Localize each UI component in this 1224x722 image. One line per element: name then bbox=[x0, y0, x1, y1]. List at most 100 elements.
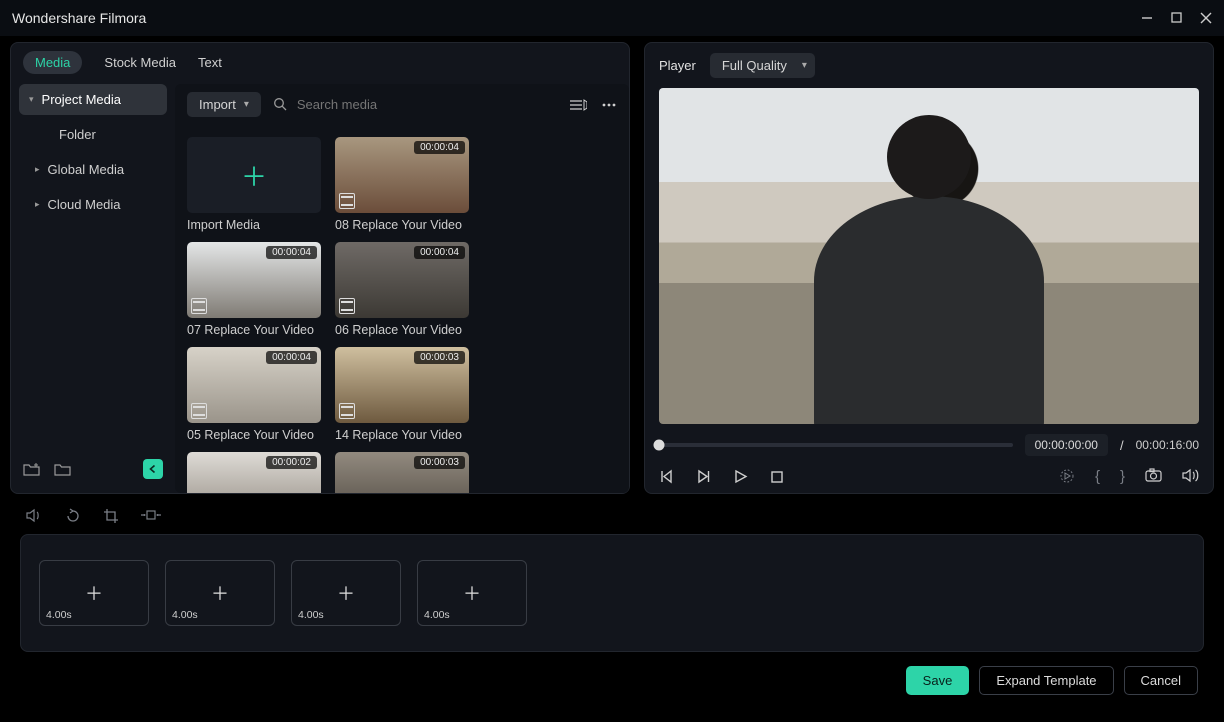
import-media-label: Import Media bbox=[187, 218, 321, 232]
clip-duration: 00:00:03 bbox=[414, 351, 465, 364]
cancel-button[interactable]: Cancel bbox=[1124, 666, 1198, 695]
slot-duration: 4.00s bbox=[424, 609, 450, 621]
sidebar-item-global-media[interactable]: ▸ Global Media bbox=[19, 154, 167, 185]
crop-icon[interactable] bbox=[103, 508, 119, 524]
sidebar-item-label: Cloud Media bbox=[48, 197, 121, 212]
prev-frame-button[interactable] bbox=[659, 469, 674, 484]
media-item[interactable]: 00:00:02 bbox=[187, 452, 321, 493]
render-settings-icon[interactable] bbox=[1059, 468, 1075, 485]
mark-in-icon[interactable]: { bbox=[1095, 468, 1100, 485]
playhead-knob[interactable] bbox=[654, 440, 665, 451]
sidebar-item-cloud-media[interactable]: ▸ Cloud Media bbox=[19, 189, 167, 220]
media-panel: Media Stock Media Text ▾ Project Media F… bbox=[10, 42, 630, 494]
media-item[interactable]: 00:00:04 08 Replace Your Video bbox=[335, 137, 469, 232]
app-title: Wondershare Filmora bbox=[12, 10, 146, 26]
media-item[interactable]: 00:00:04 05 Replace Your Video bbox=[187, 347, 321, 442]
chevron-down-icon: ▾ bbox=[29, 94, 34, 105]
clip-name: 05 Replace Your Video bbox=[187, 428, 321, 442]
timeline-tools bbox=[10, 494, 1214, 534]
clip-duration: 00:00:04 bbox=[266, 246, 317, 259]
tab-text[interactable]: Text bbox=[198, 55, 222, 70]
slot-duration: 4.00s bbox=[46, 609, 72, 621]
import-button[interactable]: Import ▾ bbox=[187, 92, 261, 117]
player-label: Player bbox=[659, 58, 696, 73]
timeline-slot[interactable]: ＋ 4.00s bbox=[39, 560, 149, 626]
search-input[interactable] bbox=[271, 92, 559, 117]
maximize-button[interactable] bbox=[1171, 12, 1182, 24]
close-button[interactable] bbox=[1200, 12, 1212, 24]
slot-duration: 4.00s bbox=[298, 609, 324, 621]
fit-icon[interactable] bbox=[141, 508, 161, 524]
video-icon bbox=[339, 193, 355, 209]
clip-duration: 00:00:03 bbox=[414, 456, 465, 469]
stop-button[interactable] bbox=[770, 470, 784, 484]
media-item[interactable]: 00:00:03 bbox=[335, 452, 469, 493]
clip-duration: 00:00:02 bbox=[266, 456, 317, 469]
search-icon bbox=[273, 97, 287, 111]
step-forward-button[interactable] bbox=[696, 469, 711, 484]
minimize-button[interactable] bbox=[1141, 12, 1153, 24]
sidebar-item-label: Global Media bbox=[48, 162, 125, 177]
collapse-sidebar-button[interactable] bbox=[143, 459, 163, 479]
quality-dropdown[interactable]: Full Quality ▾ bbox=[710, 53, 815, 78]
chevron-right-icon: ▸ bbox=[35, 164, 40, 175]
snapshot-icon[interactable] bbox=[1145, 468, 1162, 485]
clip-name: 14 Replace Your Video bbox=[335, 428, 469, 442]
plus-icon: ＋ bbox=[463, 580, 481, 606]
clip-name: 07 Replace Your Video bbox=[187, 323, 321, 337]
media-item[interactable]: 00:00:04 06 Replace Your Video bbox=[335, 242, 469, 337]
new-folder-icon[interactable] bbox=[23, 462, 40, 476]
rotate-icon[interactable] bbox=[65, 508, 81, 524]
chevron-down-icon: ▾ bbox=[802, 60, 807, 71]
video-icon bbox=[191, 403, 207, 419]
media-item[interactable]: 00:00:04 07 Replace Your Video bbox=[187, 242, 321, 337]
import-label: Import bbox=[199, 97, 236, 112]
chevron-right-icon: ▸ bbox=[35, 199, 40, 210]
time-total: 00:00:16:00 bbox=[1136, 438, 1199, 452]
window-controls bbox=[1141, 12, 1212, 24]
template-timeline: ＋ 4.00s ＋ 4.00s ＋ 4.00s ＋ 4.00s bbox=[20, 534, 1204, 652]
media-tabs: Media Stock Media Text bbox=[11, 43, 629, 84]
folder-icon[interactable] bbox=[54, 462, 71, 476]
timeline-slot[interactable]: ＋ 4.00s bbox=[417, 560, 527, 626]
sidebar-item-project-media[interactable]: ▾ Project Media bbox=[19, 84, 167, 115]
player-panel: Player Full Quality ▾ 00:00:00:00 / 00:0… bbox=[644, 42, 1214, 494]
clip-name: 06 Replace Your Video bbox=[335, 323, 469, 337]
plus-icon: ＋ bbox=[241, 157, 267, 194]
more-icon[interactable] bbox=[601, 98, 617, 112]
time-current: 00:00:00:00 bbox=[1025, 434, 1108, 456]
clip-duration: 00:00:04 bbox=[414, 141, 465, 154]
plus-icon: ＋ bbox=[337, 580, 355, 606]
expand-template-button[interactable]: Expand Template bbox=[979, 666, 1113, 695]
play-button[interactable] bbox=[733, 469, 748, 484]
sidebar-item-label: Folder bbox=[59, 127, 96, 142]
video-icon bbox=[191, 298, 207, 314]
quality-value: Full Quality bbox=[722, 58, 787, 73]
time-separator: / bbox=[1120, 438, 1124, 453]
clip-duration: 00:00:04 bbox=[414, 246, 465, 259]
save-button[interactable]: Save bbox=[906, 666, 970, 695]
playhead-track[interactable] bbox=[659, 443, 1013, 447]
media-item[interactable]: 00:00:03 14 Replace Your Video bbox=[335, 347, 469, 442]
slot-duration: 4.00s bbox=[172, 609, 198, 621]
tab-media[interactable]: Media bbox=[23, 51, 82, 74]
filter-icon[interactable] bbox=[569, 98, 587, 112]
chevron-down-icon: ▾ bbox=[244, 99, 249, 110]
clip-duration: 00:00:04 bbox=[266, 351, 317, 364]
audio-icon[interactable] bbox=[26, 508, 43, 524]
preview-viewport[interactable] bbox=[659, 88, 1199, 424]
import-media-tile[interactable]: ＋ Import Media bbox=[187, 137, 321, 232]
titlebar: Wondershare Filmora bbox=[0, 0, 1224, 36]
video-icon bbox=[339, 298, 355, 314]
tab-stock-media[interactable]: Stock Media bbox=[104, 55, 176, 70]
volume-icon[interactable] bbox=[1182, 468, 1199, 485]
media-sidebar: ▾ Project Media Folder ▸ Global Media ▸ … bbox=[11, 84, 175, 493]
timeline-slot[interactable]: ＋ 4.00s bbox=[291, 560, 401, 626]
video-icon bbox=[339, 403, 355, 419]
plus-icon: ＋ bbox=[85, 580, 103, 606]
mark-out-icon[interactable]: } bbox=[1120, 468, 1125, 485]
media-grid: ＋ Import Media 00:00:04 08 Replace Your … bbox=[175, 125, 629, 493]
bottom-bar: Save Expand Template Cancel bbox=[10, 652, 1214, 695]
sidebar-item-folder[interactable]: Folder bbox=[19, 119, 167, 150]
timeline-slot[interactable]: ＋ 4.00s bbox=[165, 560, 275, 626]
